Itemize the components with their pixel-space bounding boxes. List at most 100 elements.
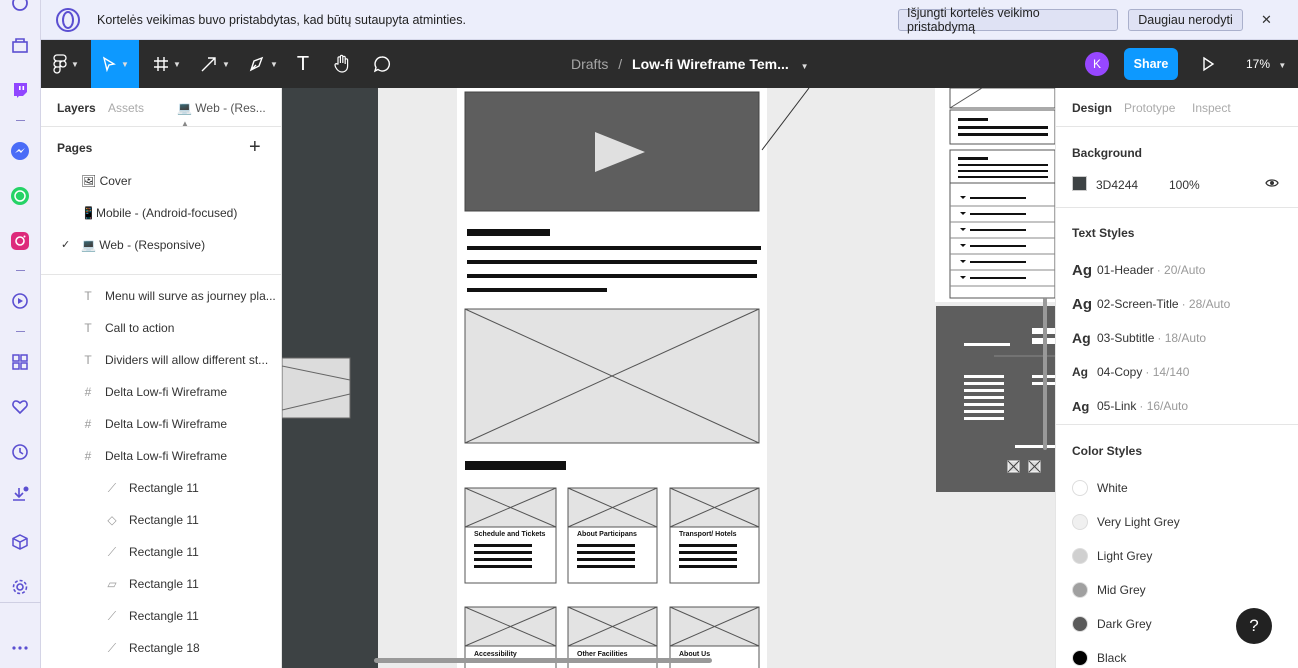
page-label: 📱Mobile - (Android-focused) bbox=[81, 206, 238, 220]
file-name[interactable]: Low-fi Wireframe Tem... bbox=[632, 56, 789, 72]
twitch-icon[interactable] bbox=[9, 79, 31, 101]
play-icon bbox=[1203, 56, 1215, 72]
layer-item[interactable]: # Delta Low-fi Wireframe bbox=[41, 440, 281, 472]
layer-item[interactable]: # Delta Low-fi Wireframe bbox=[41, 408, 281, 440]
color-style-item[interactable]: Light Grey bbox=[1072, 546, 1152, 566]
help-button[interactable]: ? bbox=[1236, 608, 1272, 644]
tab-design[interactable]: Design bbox=[1072, 101, 1112, 115]
user-avatar[interactable]: K bbox=[1085, 52, 1109, 76]
eye-icon[interactable] bbox=[1265, 177, 1279, 192]
layer-label: Rectangle 11 bbox=[129, 577, 199, 591]
layer-item[interactable]: ▱ Rectangle 11 bbox=[41, 568, 281, 600]
design-canvas[interactable]: Schedule and Tickets About Participans T… bbox=[282, 88, 1055, 668]
tab-inspect[interactable]: Inspect bbox=[1192, 101, 1231, 115]
card-title: Schedule and Tickets bbox=[474, 531, 546, 538]
cube-icon[interactable] bbox=[9, 531, 31, 553]
text-style-item[interactable]: Ag 02-Screen-Title · 28/Auto bbox=[1072, 294, 1230, 314]
layer-item[interactable]: ⟋ Rectangle 11 bbox=[41, 472, 281, 504]
layer-item[interactable]: ⟋ Rectangle 11 bbox=[41, 600, 281, 632]
layer-item[interactable]: T Call to action bbox=[41, 312, 281, 344]
disable-snooze-button[interactable]: Išjungti kortelės veikimo pristabdymą bbox=[898, 6, 1118, 34]
clock-icon[interactable] bbox=[9, 441, 31, 463]
color-style-item[interactable]: White bbox=[1072, 478, 1128, 498]
present-button[interactable] bbox=[1201, 56, 1215, 77]
instagram-icon[interactable] bbox=[9, 230, 31, 252]
text-style-name: 04-Copy bbox=[1097, 365, 1143, 379]
text-style-item[interactable]: Ag 03-Subtitle · 18/Auto bbox=[1072, 328, 1206, 348]
divider bbox=[41, 274, 281, 275]
text-style-name: 02-Screen-Title bbox=[1097, 297, 1179, 311]
pen-tool-button[interactable]: ▼ bbox=[243, 40, 283, 88]
settings-icon[interactable] bbox=[9, 576, 31, 598]
layer-item[interactable]: T Menu will surve as journey pla... bbox=[41, 280, 281, 312]
tab-layers[interactable]: Layers bbox=[57, 101, 96, 115]
main-menu-button[interactable]: ▼ bbox=[41, 40, 91, 88]
tab-prototype[interactable]: Prototype bbox=[1124, 101, 1175, 115]
background-hex[interactable]: 3D4244 bbox=[1096, 178, 1138, 192]
current-page-selector[interactable]: 💻 Web - (Res... ▲ bbox=[177, 101, 281, 129]
text-style-icon: Ag bbox=[1072, 398, 1090, 414]
frame-layer-icon: # bbox=[84, 449, 92, 463]
history-icon[interactable] bbox=[9, 0, 31, 14]
chevron-down-icon: ▼ bbox=[1278, 61, 1287, 70]
more-icon[interactable] bbox=[9, 637, 31, 659]
layer-label: Delta Low-fi Wireframe bbox=[105, 417, 228, 431]
color-style-item[interactable]: Mid Grey bbox=[1072, 580, 1146, 600]
chevron-down-icon: ▼ bbox=[270, 59, 278, 69]
chevron-down-icon[interactable]: ▼ bbox=[801, 62, 809, 71]
heart-icon[interactable] bbox=[9, 396, 31, 418]
text-style-item[interactable]: Ag 01-Header · 20/Auto bbox=[1072, 260, 1205, 280]
sidebar-separator bbox=[16, 120, 25, 121]
layer-item[interactable]: ◇ Rectangle 11 bbox=[41, 504, 281, 536]
layer-label: Rectangle 18 bbox=[129, 641, 200, 655]
close-icon[interactable]: ✕ bbox=[1261, 12, 1272, 28]
add-page-icon[interactable]: + bbox=[249, 136, 261, 159]
color-style-item[interactable]: Black bbox=[1072, 648, 1126, 668]
text-style-item[interactable]: Ag 05-Link · 16/Auto bbox=[1072, 396, 1188, 416]
downloads-icon[interactable] bbox=[9, 484, 31, 506]
color-swatch bbox=[1072, 514, 1088, 530]
background-swatch[interactable] bbox=[1072, 176, 1087, 191]
text-style-icon: Ag bbox=[1072, 261, 1092, 279]
layer-item[interactable]: ⟋ Rectangle 11 bbox=[41, 536, 281, 568]
hand-tool-button[interactable] bbox=[330, 40, 354, 88]
layer-item[interactable]: # Delta Low-fi Wireframe bbox=[41, 376, 281, 408]
page-item-web[interactable]: ✓ 💻 Web - (Responsive) bbox=[41, 228, 281, 260]
shape-tool-button[interactable]: ▼ bbox=[195, 40, 235, 88]
background-opacity[interactable]: 100% bbox=[1169, 178, 1200, 192]
zoom-control[interactable]: 17% ▼ bbox=[1246, 57, 1286, 71]
figma-logo-icon bbox=[53, 54, 67, 74]
background-title: Background bbox=[1072, 146, 1143, 160]
crypto-wallet-icon[interactable] bbox=[9, 34, 31, 56]
speed-dial-icon[interactable] bbox=[9, 351, 31, 373]
tab-assets[interactable]: Assets bbox=[108, 101, 144, 115]
dont-show-again-button[interactable]: Daugiau nerodyti bbox=[1128, 9, 1243, 31]
layer-item[interactable]: T Dividers will allow different st... bbox=[41, 344, 281, 376]
frame-tool-button[interactable]: ▼ bbox=[147, 40, 187, 88]
breadcrumb-drafts[interactable]: Drafts bbox=[571, 56, 608, 72]
page-item-cover[interactable]: 🖼 Cover bbox=[41, 164, 281, 196]
color-style-item[interactable]: Dark Grey bbox=[1072, 614, 1152, 634]
page-item-mobile[interactable]: 📱Mobile - (Android-focused) bbox=[41, 196, 281, 228]
color-style-name: Mid Grey bbox=[1097, 583, 1146, 597]
messenger-icon[interactable] bbox=[9, 140, 31, 162]
share-button[interactable]: Share bbox=[1124, 48, 1178, 80]
layer-item[interactable]: ⟋ Rectangle 18 bbox=[41, 632, 281, 664]
horizontal-scrollbar[interactable] bbox=[374, 658, 712, 663]
figma-toolbar: ▼ ▼ ▼ ▼ ▼ T Drafts / Low-fi Wireframe Te… bbox=[41, 40, 1298, 88]
color-style-item[interactable]: Very Light Grey bbox=[1072, 512, 1180, 532]
vertical-scrollbar[interactable] bbox=[1043, 298, 1047, 450]
text-style-item[interactable]: Ag 04-Copy · 14/140 bbox=[1072, 362, 1189, 382]
move-tool-button[interactable]: ▼ bbox=[91, 40, 139, 88]
text-style-icon: Ag bbox=[1072, 365, 1088, 379]
divider bbox=[41, 126, 281, 127]
text-style-icon: Ag bbox=[1072, 330, 1091, 346]
color-style-name: White bbox=[1097, 481, 1128, 495]
text-tool-button[interactable]: T bbox=[291, 40, 315, 88]
comment-tool-button[interactable] bbox=[370, 40, 394, 88]
whatsapp-icon[interactable] bbox=[9, 185, 31, 207]
breadcrumb-separator: / bbox=[618, 56, 623, 72]
layer-label: Delta Low-fi Wireframe bbox=[105, 449, 228, 463]
card-title: Other Facilities bbox=[577, 651, 628, 658]
player-icon[interactable] bbox=[9, 290, 31, 312]
